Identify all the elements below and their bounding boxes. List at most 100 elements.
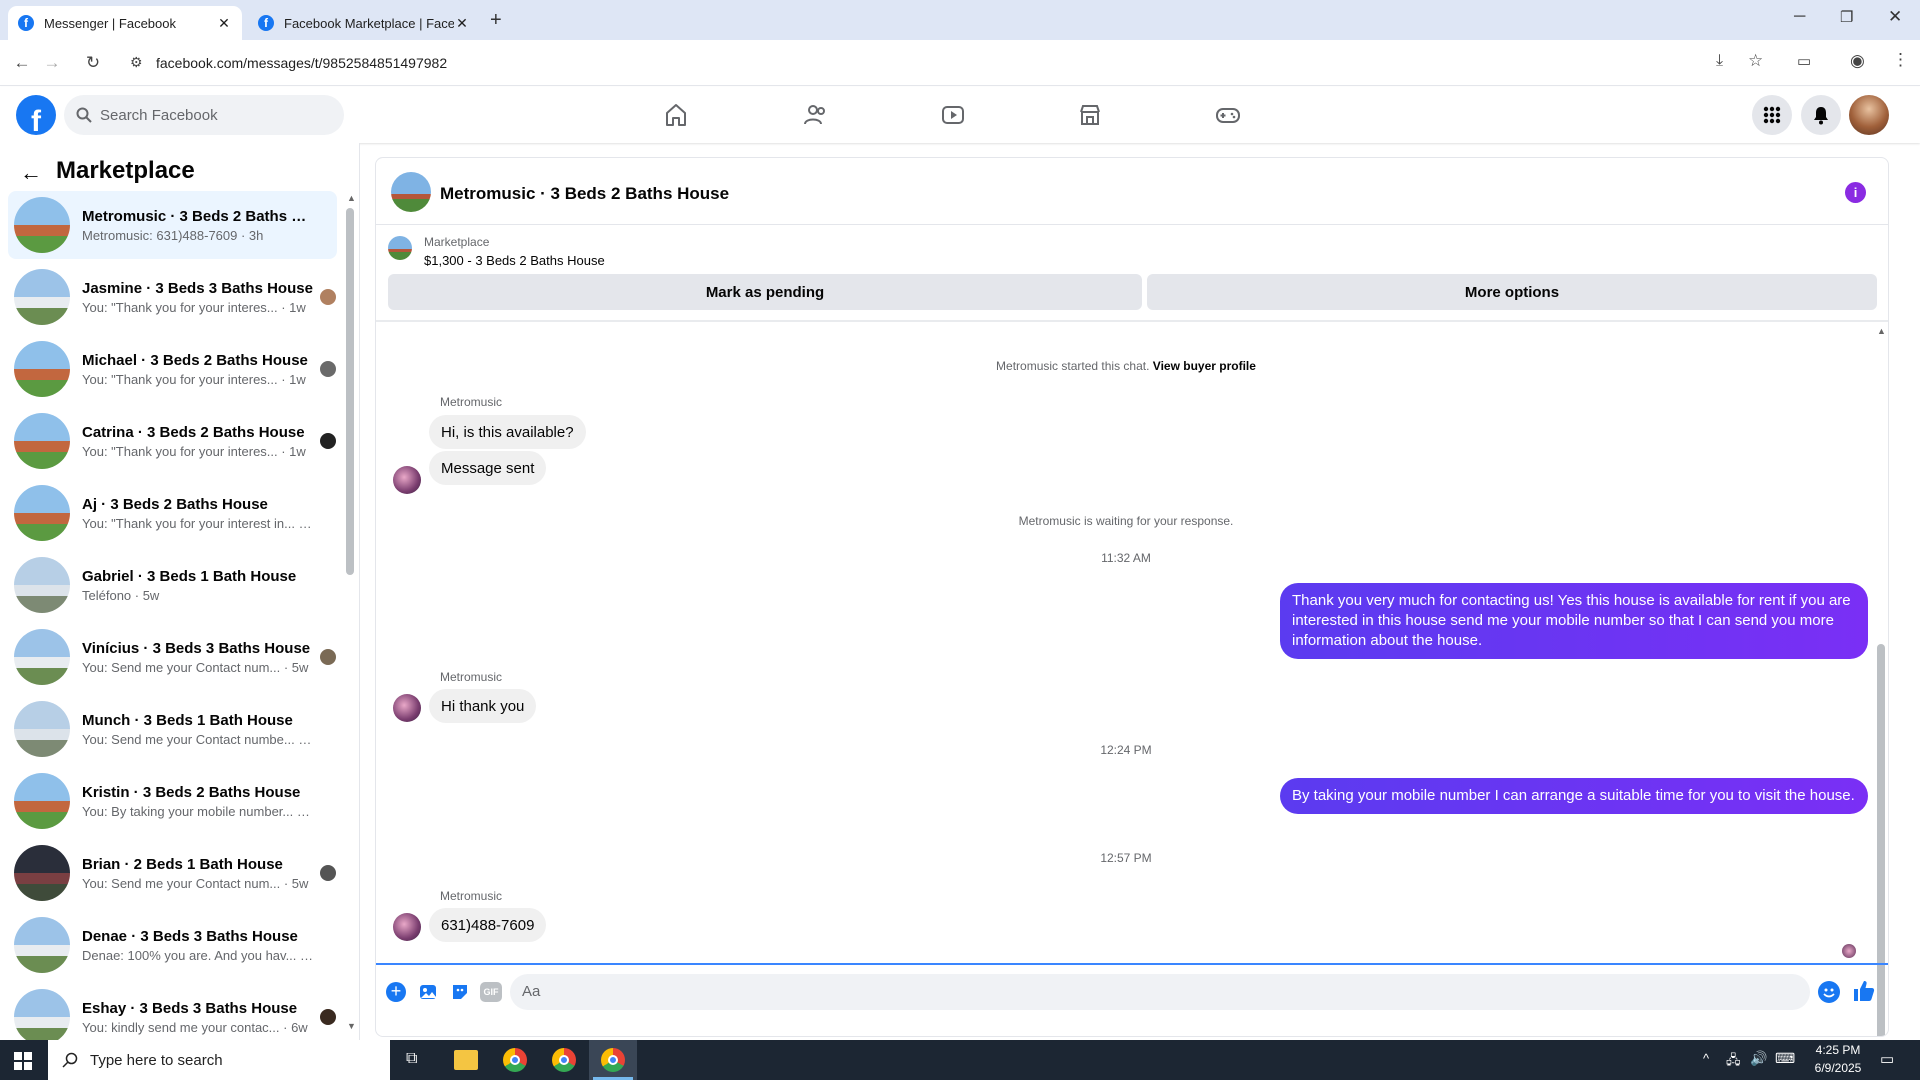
browser-tab-strip: f Messenger | Facebook ✕ f Facebook Mark… xyxy=(0,0,1920,40)
tab-marketplace[interactable]: f Facebook Marketplace | Facebo ✕ xyxy=(248,6,480,40)
windows-taskbar: Type here to search ⧉ ^ 🖧 🔊 ⌨ 4:25 PM 6/… xyxy=(0,1040,1920,1080)
new-tab-button[interactable]: + xyxy=(490,9,502,32)
taskbar-active-app[interactable] xyxy=(589,1040,637,1080)
chat-scrollbar-track: ▲ ▼ xyxy=(1876,326,1886,1036)
site-info-icon[interactable]: ⚙ xyxy=(130,54,143,71)
home-icon[interactable] xyxy=(658,97,694,133)
conversation-panel: Metromusic · 3 Beds 2 Baths House i Mark… xyxy=(375,157,1889,1037)
close-tab-icon[interactable]: ✕ xyxy=(454,15,470,32)
network-icon[interactable]: 🖧 xyxy=(1726,1051,1741,1073)
like-thumb-icon[interactable] xyxy=(1852,979,1876,1003)
conversation-item[interactable]: Catrina · 3 Beds 2 Baths House You: "Than… xyxy=(8,407,337,475)
conversation-preview: You: Send me your Contact num... · 5w xyxy=(82,875,309,891)
menu-grid-icon[interactable] xyxy=(1752,95,1792,135)
taskbar-time[interactable]: 4:25 PM xyxy=(1800,1043,1876,1057)
marketplace-icon[interactable] xyxy=(1072,97,1108,133)
incoming-message[interactable]: Message sent xyxy=(429,451,547,485)
listing-thumbnail xyxy=(14,269,70,325)
outgoing-message[interactable]: Thank you very much for contacting us! Y… xyxy=(1280,583,1868,659)
message-input[interactable]: Aa xyxy=(510,974,1810,1010)
conversation-preview: You: "Thank you for your interes... · 1w xyxy=(82,299,306,315)
read-receipt-avatar xyxy=(1842,944,1856,958)
more-options-button[interactable]: More options xyxy=(1147,274,1877,310)
incoming-message[interactable]: Hi, is this available? xyxy=(429,415,586,449)
listing-thumbnail xyxy=(14,485,70,541)
reload-button[interactable]: ↻ xyxy=(81,51,105,75)
waiting-notice: Metromusic is waiting for your response. xyxy=(1018,514,1234,528)
sender-avatar[interactable] xyxy=(393,913,421,941)
tab-search-icon[interactable]: ▭ xyxy=(1797,52,1811,70)
conversation-name: Brian · 2 Beds 1 Bath House xyxy=(82,855,283,873)
task-view-icon[interactable]: ⧉ xyxy=(406,1050,426,1070)
chat-scrollbar[interactable] xyxy=(1877,644,1885,1036)
gif-icon[interactable]: GIF xyxy=(480,982,502,1002)
conversation-item[interactable]: Brian · 2 Beds 1 Bath House You: Send me … xyxy=(8,839,337,907)
conversation-item[interactable]: Kristin · 3 Beds 2 Baths House You: By ta… xyxy=(8,767,337,835)
show-hidden-icons-icon[interactable]: ^ xyxy=(1703,1051,1709,1066)
conversation-item[interactable]: Denae · 3 Beds 3 Baths House Denae: 100% … xyxy=(8,911,337,979)
scroll-down-arrow-icon[interactable]: ▼ xyxy=(347,1021,356,1031)
close-tab-icon[interactable]: ✕ xyxy=(216,15,232,32)
photo-icon[interactable] xyxy=(418,982,438,1002)
scroll-up-arrow-icon[interactable]: ▲ xyxy=(347,193,356,203)
conversation-item[interactable]: Michael · 3 Beds 2 Baths House You: "Than… xyxy=(8,335,337,403)
chat-title[interactable]: Metromusic · 3 Beds 2 Baths House xyxy=(440,184,729,204)
listing-mini-thumbnail xyxy=(388,236,412,260)
sticker-icon[interactable] xyxy=(450,982,470,1002)
scroll-up-arrow-icon[interactable]: ▲ xyxy=(1877,326,1886,336)
keyboard-icon[interactable]: ⌨ xyxy=(1775,1050,1795,1067)
listing-thumbnail xyxy=(14,773,70,829)
url-text: facebook.com/messages/t/9852584851497982 xyxy=(156,55,448,71)
bookmark-star-icon[interactable]: ☆ xyxy=(1748,51,1763,71)
sidebar-scrollbar[interactable] xyxy=(346,208,354,575)
notification-center-icon[interactable]: ▭ xyxy=(1880,1050,1894,1068)
sender-avatar[interactable] xyxy=(393,466,421,494)
file-explorer-icon[interactable] xyxy=(454,1050,478,1070)
listing-thumbnail[interactable] xyxy=(391,172,431,212)
minimize-button[interactable]: ─ xyxy=(1794,8,1805,26)
emoji-icon[interactable] xyxy=(1818,981,1840,1003)
notifications-bell-icon[interactable] xyxy=(1801,95,1841,135)
close-window-button[interactable]: ✕ xyxy=(1888,7,1902,27)
conversation-item[interactable]: Gabriel · 3 Beds 1 Bath House Teléfono · … xyxy=(8,551,337,619)
incoming-message[interactable]: Hi thank you xyxy=(429,689,537,723)
profile-icon[interactable]: ◉ xyxy=(1850,51,1865,71)
back-arrow-icon[interactable]: ← xyxy=(20,160,42,186)
outgoing-message[interactable]: By taking your mobile number I can arran… xyxy=(1280,778,1868,814)
watch-icon[interactable] xyxy=(935,97,971,133)
gaming-icon[interactable] xyxy=(1210,97,1246,133)
sender-avatar[interactable] xyxy=(393,694,421,722)
facebook-logo-icon[interactable]: f xyxy=(16,95,56,135)
info-icon[interactable]: i xyxy=(1845,182,1866,203)
restore-button[interactable]: ❐ xyxy=(1840,8,1853,26)
listing-detail[interactable]: $1,300 - 3 Beds 2 Baths House xyxy=(424,253,605,268)
back-button[interactable]: ← xyxy=(10,51,34,75)
facebook-search-input[interactable]: Search Facebook xyxy=(64,95,344,135)
view-buyer-profile-link[interactable]: View buyer profile xyxy=(1153,359,1256,373)
install-app-icon[interactable]: ⤓ xyxy=(1716,52,1723,70)
chrome-menu-icon[interactable]: ⋮ xyxy=(1892,50,1909,70)
mark-as-pending-button[interactable]: Mark as pending xyxy=(388,274,1142,310)
conversation-name: Denae · 3 Beds 3 Baths House xyxy=(82,927,298,945)
chrome-icon[interactable] xyxy=(552,1048,576,1072)
conversation-item[interactable]: Aj · 3 Beds 2 Baths House You: "Thank you… xyxy=(8,479,337,547)
conversation-item[interactable]: Vinícius · 3 Beds 3 Baths House You: Send… xyxy=(8,623,337,691)
divider xyxy=(376,320,1888,322)
friends-icon[interactable] xyxy=(797,97,833,133)
conversation-item[interactable]: Jasmine · 3 Beds 3 Baths House You: "Than… xyxy=(8,263,337,331)
volume-icon[interactable]: 🔊 xyxy=(1750,1050,1767,1067)
conversation-item[interactable]: Munch · 3 Beds 1 Bath House You: Send me … xyxy=(8,695,337,763)
tab-messenger[interactable]: f Messenger | Facebook ✕ xyxy=(8,6,242,40)
account-avatar[interactable] xyxy=(1849,95,1889,135)
taskbar-search-box[interactable]: Type here to search xyxy=(48,1040,390,1080)
chrome-icon[interactable] xyxy=(503,1048,527,1072)
forward-button[interactable]: → xyxy=(40,51,64,75)
address-bar[interactable]: ⚙ facebook.com/messages/t/98525848514979… xyxy=(124,49,1764,77)
taskbar-date[interactable]: 6/9/2025 xyxy=(1800,1061,1876,1075)
incoming-message[interactable]: 631)488-7609 xyxy=(429,908,547,942)
windows-start-icon[interactable] xyxy=(14,1052,32,1070)
conversation-name: Gabriel · 3 Beds 1 Bath House xyxy=(82,567,297,585)
conversation-item[interactable]: Eshay · 3 Beds 3 Baths House You: kindly … xyxy=(8,983,337,1040)
plus-icon[interactable]: + xyxy=(386,982,406,1002)
conversation-item[interactable]: Metromusic · 3 Beds 2 Baths Ho... Metromu… xyxy=(8,191,337,259)
